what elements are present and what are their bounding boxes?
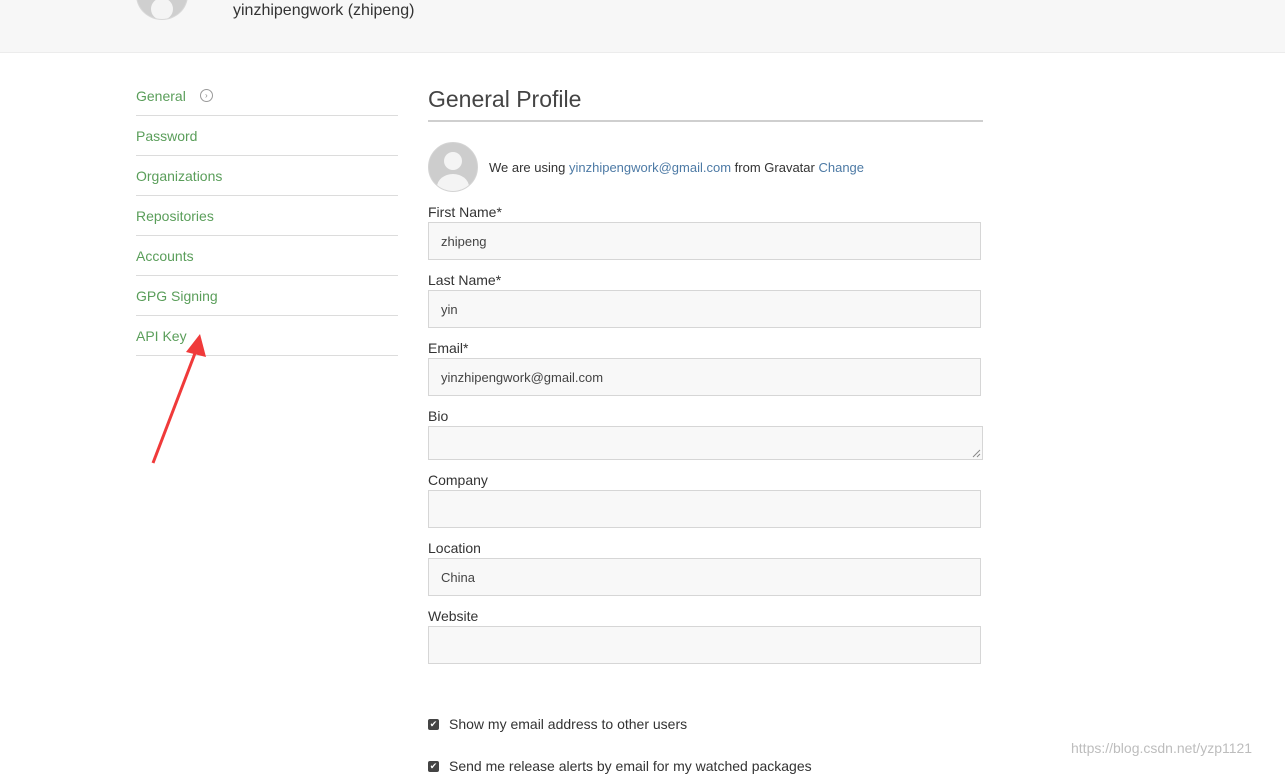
avatar-silhouette-icon: [151, 0, 173, 19]
sidebar-item-label: Repositories: [136, 207, 214, 224]
profile-panel: General Profile We are using yinzhipengw…: [428, 86, 983, 664]
website-label: Website: [428, 608, 479, 624]
show-email-checkbox[interactable]: ✔: [428, 718, 439, 730]
top-header: yinzhipengwork (zhipeng): [0, 0, 1285, 53]
location-group: Location: [428, 538, 983, 596]
gravatar-email-link[interactable]: yinzhipengwork@gmail.com: [569, 160, 731, 175]
bio-textarea[interactable]: [428, 426, 983, 460]
sidebar-item-password[interactable]: Password: [136, 116, 398, 156]
release-alerts-option[interactable]: ✔ Send me release alerts by email for my…: [428, 756, 812, 776]
sidebar-item-repositories[interactable]: Repositories: [136, 196, 398, 236]
company-group: Company: [428, 470, 983, 528]
gravatar-row: We are using yinzhipengwork@gmail.com fr…: [428, 142, 983, 192]
sidebar-item-label: Organizations: [136, 167, 223, 184]
location-field[interactable]: [428, 558, 981, 596]
resize-grip-icon[interactable]: [972, 449, 981, 458]
release-alerts-checkbox[interactable]: ✔: [428, 760, 439, 772]
last-name-label: Last Name*: [428, 272, 502, 288]
company-label: Company: [428, 472, 488, 488]
user-avatar[interactable]: [136, 0, 188, 20]
last-name-field[interactable]: [428, 290, 981, 328]
gravatar-middle: from Gravatar: [734, 159, 815, 175]
preference-checkboxes: ✔ Show my email address to other users ✔…: [428, 714, 812, 776]
sidebar-item-general[interactable]: General ›: [136, 76, 398, 116]
change-gravatar-link[interactable]: Change: [818, 160, 864, 175]
sidebar-item-label: Accounts: [136, 247, 194, 264]
location-label: Location: [428, 540, 481, 556]
show-email-option[interactable]: ✔ Show my email address to other users: [428, 714, 812, 734]
bio-label: Bio: [428, 408, 449, 424]
website-group: Website: [428, 606, 983, 664]
email-label: Email*: [428, 340, 469, 356]
first-name-label: First Name*: [428, 204, 502, 220]
sidebar-item-label: GPG Signing: [136, 287, 218, 304]
page-title: General Profile: [428, 86, 983, 122]
website-field[interactable]: [428, 626, 981, 664]
sidebar-item-gpg-signing[interactable]: GPG Signing: [136, 276, 398, 316]
header-username: yinzhipengwork (zhipeng): [233, 2, 415, 19]
email-group: Email*: [428, 338, 983, 396]
first-name-group: First Name*: [428, 202, 983, 260]
gravatar-notice: We are using yinzhipengwork@gmail.com fr…: [489, 160, 864, 175]
sidebar-item-label: Password: [136, 127, 198, 144]
release-alerts-label: Send me release alerts by email for my w…: [449, 758, 812, 774]
annotation-arrow-icon: [151, 334, 206, 464]
show-email-label: Show my email address to other users: [449, 716, 688, 732]
watermark-text: https://blog.csdn.net/yzp1121: [1071, 740, 1253, 756]
gravatar-prefix: We are using: [489, 159, 566, 175]
bio-group: Bio: [428, 406, 983, 460]
avatar-silhouette-icon: [437, 152, 469, 191]
first-name-field[interactable]: [428, 222, 981, 260]
last-name-group: Last Name*: [428, 270, 983, 328]
company-field[interactable]: [428, 490, 981, 528]
profile-avatar: [428, 142, 478, 192]
sidebar-item-accounts[interactable]: Accounts: [136, 236, 398, 276]
sidebar-item-organizations[interactable]: Organizations: [136, 156, 398, 196]
settings-sidebar: General › Password Organizations Reposit…: [136, 76, 398, 356]
email-field[interactable]: [428, 358, 981, 396]
sidebar-item-label: General: [136, 87, 186, 104]
chevron-right-icon: ›: [199, 89, 213, 102]
